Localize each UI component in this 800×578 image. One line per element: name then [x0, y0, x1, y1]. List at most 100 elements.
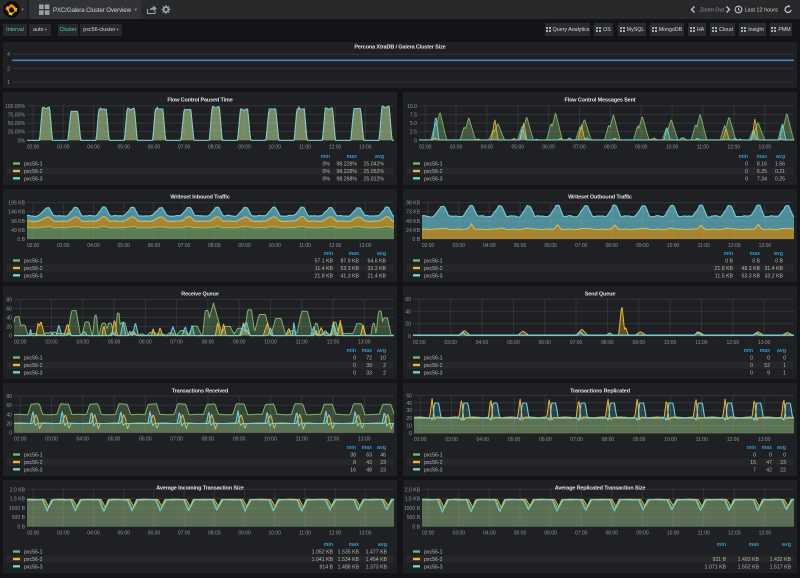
svg-text:50: 50 [406, 393, 412, 399]
svg-text:03:00: 03:00 [445, 437, 458, 443]
svg-text:Writeset Outbound Traffic: Writeset Outbound Traffic [568, 195, 632, 201]
svg-text:21.8 KB: 21.8 KB [315, 274, 334, 280]
svg-text:53.3 KB: 53.3 KB [742, 274, 761, 280]
svg-text:1.535 KB: 1.535 KB [338, 550, 360, 556]
svg-text:max: max [762, 445, 772, 451]
svg-text:06:00: 06:00 [148, 531, 161, 537]
svg-text:1.052 KB: 1.052 KB [312, 550, 334, 556]
svg-text:33.3 KB: 33.3 KB [368, 266, 387, 272]
svg-text:03:00: 03:00 [57, 243, 70, 249]
svg-text:87.9 KB: 87.9 KB [341, 259, 360, 265]
svg-text:pxc56-1: pxc56-1 [424, 453, 443, 459]
svg-text:min: min [747, 445, 756, 451]
svg-text:12:00: 12:00 [728, 144, 741, 150]
svg-text:07:00: 07:00 [570, 340, 583, 346]
svg-text:13:00: 13:00 [758, 437, 771, 443]
svg-text:avg: avg [377, 348, 386, 354]
svg-text:0: 0 [9, 431, 12, 437]
svg-text:39: 39 [366, 363, 372, 369]
svg-text:8.16: 8.16 [757, 162, 767, 168]
svg-text:72: 72 [366, 356, 372, 362]
svg-text:12:00: 12:00 [327, 437, 340, 443]
svg-text:min: min [744, 348, 753, 354]
svg-text:53.3 KB: 53.3 KB [341, 266, 360, 272]
svg-text:20: 20 [406, 416, 412, 422]
svg-text:12:00: 12:00 [728, 243, 741, 249]
svg-text:1000 B: 1000 B [9, 506, 26, 512]
svg-text:avg: avg [782, 542, 791, 548]
svg-text:0 B: 0 B [17, 237, 25, 243]
svg-text:10:00: 10:00 [264, 340, 277, 346]
svg-text:16: 16 [350, 468, 356, 474]
svg-text:pxc56-1: pxc56-1 [424, 162, 443, 168]
svg-text:avg: avg [375, 154, 384, 160]
svg-text:1.5 KB: 1.5 KB [405, 497, 421, 503]
svg-text:0: 0 [745, 162, 748, 168]
svg-text:146 KB: 146 KB [8, 210, 25, 216]
svg-text:0: 0 [783, 356, 786, 362]
svg-text:31.4 KB: 31.4 KB [765, 266, 784, 272]
svg-text:1.552 KB: 1.552 KB [738, 565, 760, 571]
svg-text:8: 8 [353, 460, 356, 466]
svg-text:pxc56-2: pxc56-2 [424, 266, 443, 272]
svg-text:Last 12 hours: Last 12 hours [745, 8, 779, 14]
svg-text:09:00: 09:00 [238, 243, 251, 249]
svg-text:46: 46 [380, 453, 386, 459]
svg-text:pxc56-2: pxc56-2 [424, 169, 443, 175]
svg-text:08:00: 08:00 [208, 243, 221, 249]
svg-text:13:00: 13:00 [758, 340, 771, 346]
svg-text:0 B: 0 B [725, 259, 733, 265]
svg-text:04:00: 04:00 [77, 340, 90, 346]
svg-text:10:00: 10:00 [667, 531, 680, 537]
svg-text:7.5: 7.5 [410, 112, 417, 118]
svg-text:min: min [324, 542, 333, 548]
svg-text:1.488 KB: 1.488 KB [338, 565, 360, 571]
svg-text:98 KB: 98 KB [11, 219, 25, 225]
svg-text:08:00: 08:00 [208, 531, 221, 537]
svg-text:0 B: 0 B [412, 525, 420, 531]
svg-text:75.00%: 75.00% [8, 112, 26, 118]
svg-text:22: 22 [780, 468, 786, 474]
svg-text:64.6 KB: 64.6 KB [368, 259, 387, 265]
svg-text:10.0: 10.0 [407, 104, 417, 110]
svg-text:08:00: 08:00 [202, 437, 215, 443]
svg-text:60: 60 [6, 403, 12, 409]
svg-text:06:00: 06:00 [539, 437, 552, 443]
svg-text:pxc56-3: pxc56-3 [424, 274, 443, 280]
svg-text:5.0: 5.0 [410, 121, 417, 127]
svg-text:04:00: 04:00 [77, 437, 90, 443]
svg-text:2: 2 [383, 371, 386, 377]
svg-text:48: 48 [366, 468, 372, 474]
svg-text:40: 40 [6, 412, 12, 418]
svg-text:pxc56-1: pxc56-1 [24, 453, 43, 459]
svg-text:0%: 0% [323, 162, 331, 168]
svg-text:06:00: 06:00 [148, 243, 161, 249]
svg-text:98.228%: 98.228% [337, 169, 358, 175]
svg-text:avg: avg [377, 445, 386, 451]
svg-text:100.00%: 100.00% [5, 104, 26, 110]
svg-text:pxc56-2: pxc56-2 [24, 460, 43, 466]
svg-text:12:00: 12:00 [727, 340, 740, 346]
svg-text:931 B: 931 B [712, 557, 726, 563]
svg-text:10:00: 10:00 [666, 144, 679, 150]
svg-text:03:00: 03:00 [444, 340, 457, 346]
svg-text:09:00: 09:00 [233, 340, 246, 346]
svg-text:04:00: 04:00 [477, 437, 490, 443]
svg-text:07:00: 07:00 [170, 437, 183, 443]
svg-text:05:00: 05:00 [117, 144, 130, 150]
svg-text:25.00%: 25.00% [8, 130, 26, 136]
svg-text:02:00: 02:00 [419, 144, 432, 150]
svg-text:Zoom Out: Zoom Out [700, 8, 724, 14]
svg-text:11:00: 11:00 [299, 243, 311, 249]
svg-text:04:00: 04:00 [87, 243, 100, 249]
svg-text:03:00: 03:00 [57, 531, 70, 537]
svg-text:09:00: 09:00 [233, 437, 246, 443]
svg-text:11:00: 11:00 [696, 437, 708, 443]
svg-text:40: 40 [405, 309, 411, 315]
svg-text:08:00: 08:00 [601, 340, 614, 346]
svg-text:09:00: 09:00 [636, 531, 649, 537]
svg-text:05:00: 05:00 [514, 531, 527, 537]
svg-text:1.493 KB: 1.493 KB [738, 557, 760, 563]
svg-text:09:00: 09:00 [635, 144, 648, 150]
svg-text:1: 1 [783, 363, 786, 369]
